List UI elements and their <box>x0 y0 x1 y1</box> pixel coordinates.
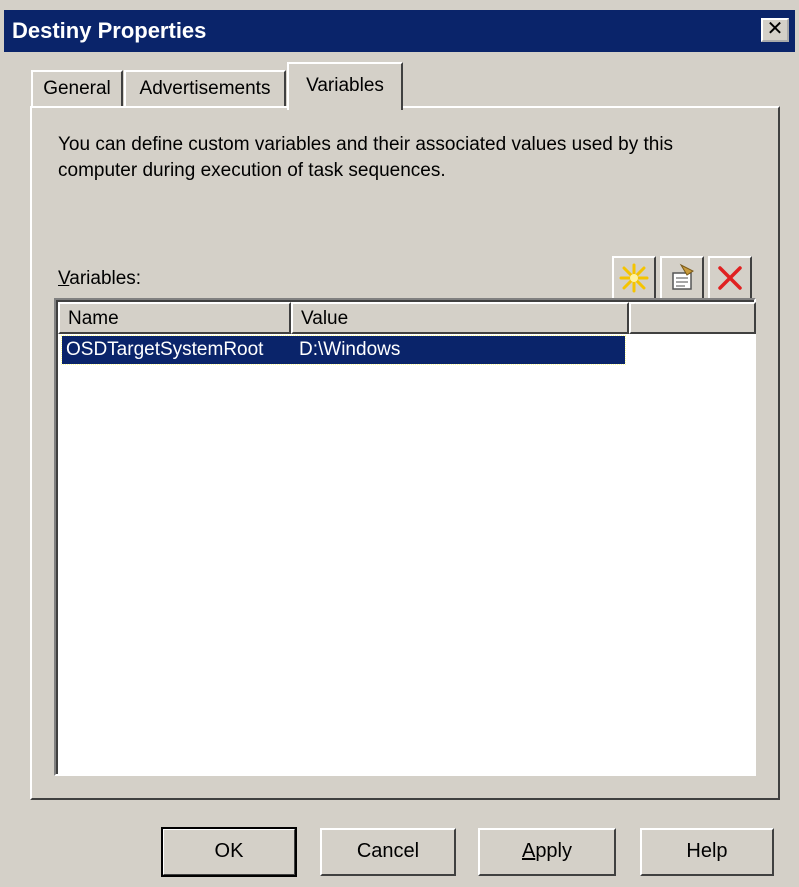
tab-variables-label: Variables <box>306 75 384 96</box>
tab-advertisements-label: Advertisements <box>139 78 271 99</box>
new-variable-button[interactable] <box>612 256 656 300</box>
tab-general[interactable]: General <box>31 70 123 108</box>
tab-variables[interactable]: Variables <box>287 62 403 110</box>
tab-general-label: General <box>43 78 111 99</box>
column-header-value[interactable]: Value <box>291 302 629 334</box>
variables-label: Variables: <box>58 268 141 290</box>
variables-list-body: Name Value OSDTargetSystemRoot D:\Window… <box>56 300 756 774</box>
title-bar[interactable]: Destiny Properties ✕ <box>4 10 795 52</box>
apply-accel: A <box>521 840 536 862</box>
apply-label-rest: pply <box>535 840 573 862</box>
tab-advertisements[interactable]: Advertisements <box>124 70 286 108</box>
properties-icon <box>672 263 694 290</box>
variables-list[interactable]: Name Value OSDTargetSystemRoot D:\Window… <box>54 298 756 776</box>
cell-variable-value: D:\Windows <box>299 339 401 360</box>
variables-tab-panel: You can define custom variables and thei… <box>30 106 780 800</box>
cell-variable-name: OSDTargetSystemRoot <box>66 339 264 360</box>
column-header-filler <box>629 302 756 334</box>
help-button[interactable]: Help <box>640 828 774 876</box>
properties-dialog: Destiny Properties ✕ General Advertiseme… <box>0 0 799 887</box>
cancel-button[interactable]: Cancel <box>320 828 456 876</box>
description-text: You can define custom variables and thei… <box>58 134 674 181</box>
close-button[interactable]: ✕ <box>761 18 789 42</box>
apply-button[interactable]: Apply <box>478 828 616 876</box>
close-icon: ✕ <box>766 18 784 40</box>
column-header-name[interactable]: Name <box>58 302 291 334</box>
ok-button[interactable]: OK <box>161 827 297 877</box>
delete-x-icon <box>718 266 742 290</box>
delete-variable-button[interactable] <box>708 256 752 300</box>
window-title: Destiny Properties <box>12 18 207 43</box>
table-row[interactable]: OSDTargetSystemRoot D:\Windows <box>61 335 626 365</box>
new-star-icon <box>619 263 649 293</box>
variables-label-rest: ariables: <box>69 268 142 289</box>
properties-button[interactable] <box>660 256 704 300</box>
variables-label-accel: V <box>58 268 70 289</box>
